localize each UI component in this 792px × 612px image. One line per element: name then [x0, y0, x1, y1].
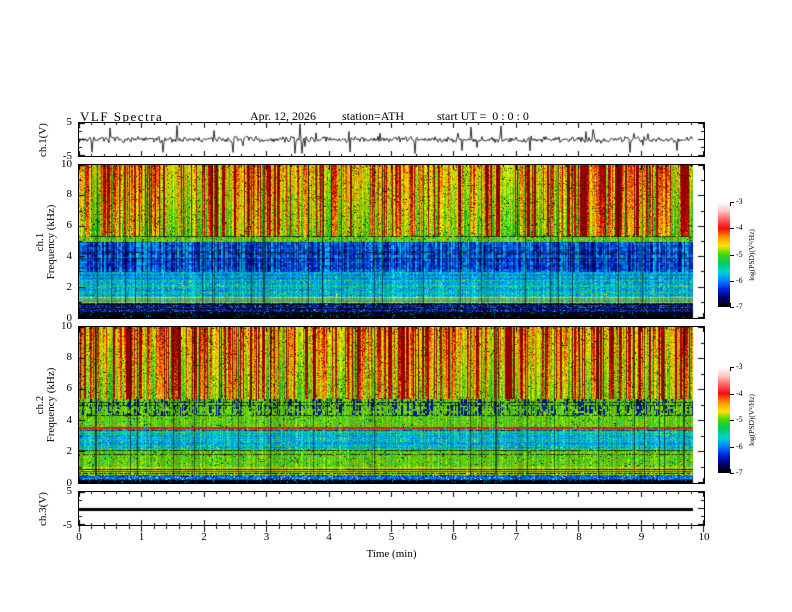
colorbar-tick-label: -6: [736, 275, 743, 285]
x-tick-label: 10: [698, 531, 710, 543]
ch3-waveform-canvas: [79, 492, 704, 525]
colorbar-tick-label: -5: [736, 415, 743, 424]
colorbar-end-tick: [730, 303, 731, 307]
x-tick-label: 5: [388, 531, 395, 543]
ch1-colorbar-axis-label: log(PSD)(V²/Hz): [747, 228, 756, 281]
colorbar-end-tick: [730, 367, 731, 371]
ch2-colorbar-axis-label: log(PSD)(V²/Hz): [747, 394, 756, 446]
colorbar-tick-label: -4: [736, 388, 743, 398]
y-tick-label: 8: [66, 188, 73, 201]
y-tick-label: -5: [62, 518, 72, 531]
y-tick-label: 6: [66, 382, 73, 395]
y-tick-label: 10: [61, 157, 72, 170]
colorbar-tick-label: -7: [736, 468, 743, 477]
colorbar-tick: [730, 228, 734, 230]
x-tick-label: 7: [513, 531, 520, 543]
colorbar-tick-label: -5: [736, 249, 743, 259]
ch1-colorbar-gradient: [718, 202, 730, 307]
x-tick-label: 0: [76, 531, 82, 543]
colorbar-tick-label: -3: [736, 362, 743, 371]
ch1-waveform-canvas: [79, 123, 704, 156]
colorbar-tick: [730, 393, 734, 395]
x-tick-label: 6: [451, 531, 457, 543]
ch2-colorbar-gradient: [718, 367, 730, 473]
colorbar-tick: [730, 446, 734, 448]
time-axis-title: Time (min): [366, 548, 417, 560]
ch3-waveform-panel: [78, 491, 705, 526]
x-tick-label: 9: [638, 531, 645, 543]
y-tick-label: 4: [66, 249, 73, 262]
ch1-spectrogram-canvas: [79, 165, 704, 318]
y-tick-label: 4: [66, 413, 73, 426]
ch2-frequency-axis-label: ch.2 Frequency (kHz): [34, 350, 57, 460]
colorbar-tick-label: -7: [736, 302, 743, 311]
ch1-spectrogram-panel: [78, 164, 705, 319]
colorbar-end-tick: [730, 469, 731, 473]
vlf-spectra-figure: VLF Spectra Apr. 12, 2026 station=ATH st…: [0, 0, 792, 612]
colorbar-end-tick: [730, 202, 731, 206]
colorbar-tick: [730, 280, 734, 282]
ch2-axis-label-line2: Frequency (kHz): [45, 367, 57, 443]
colorbar-tick: [730, 307, 734, 308]
ch2-spectrogram-canvas: [79, 327, 704, 483]
colorbar-tick-label: -6: [736, 441, 743, 451]
ch1-waveform-panel: [78, 122, 705, 157]
y-tick-label: 5: [66, 484, 73, 497]
y-tick-label: 2: [66, 445, 73, 458]
x-tick-label: 8: [576, 531, 582, 543]
y-tick-label: 8: [66, 350, 73, 363]
x-tick-label: 1: [138, 531, 145, 543]
colorbar-tick-label: -3: [736, 197, 743, 206]
y-tick-label: 5: [66, 115, 73, 128]
x-tick-label: 2: [201, 531, 207, 543]
ch2-spectrogram-panel: [78, 326, 705, 484]
colorbar-tick-label: -4: [736, 223, 743, 233]
x-tick-label: 4: [326, 531, 332, 543]
colorbar-tick: [730, 473, 734, 474]
y-tick-label: 2: [66, 280, 73, 293]
y-tick-label: 6: [66, 219, 73, 232]
colorbar-tick: [730, 420, 734, 421]
x-tick-label: 3: [263, 531, 270, 543]
y-tick-label: 10: [61, 319, 72, 332]
colorbar-tick: [730, 254, 734, 256]
